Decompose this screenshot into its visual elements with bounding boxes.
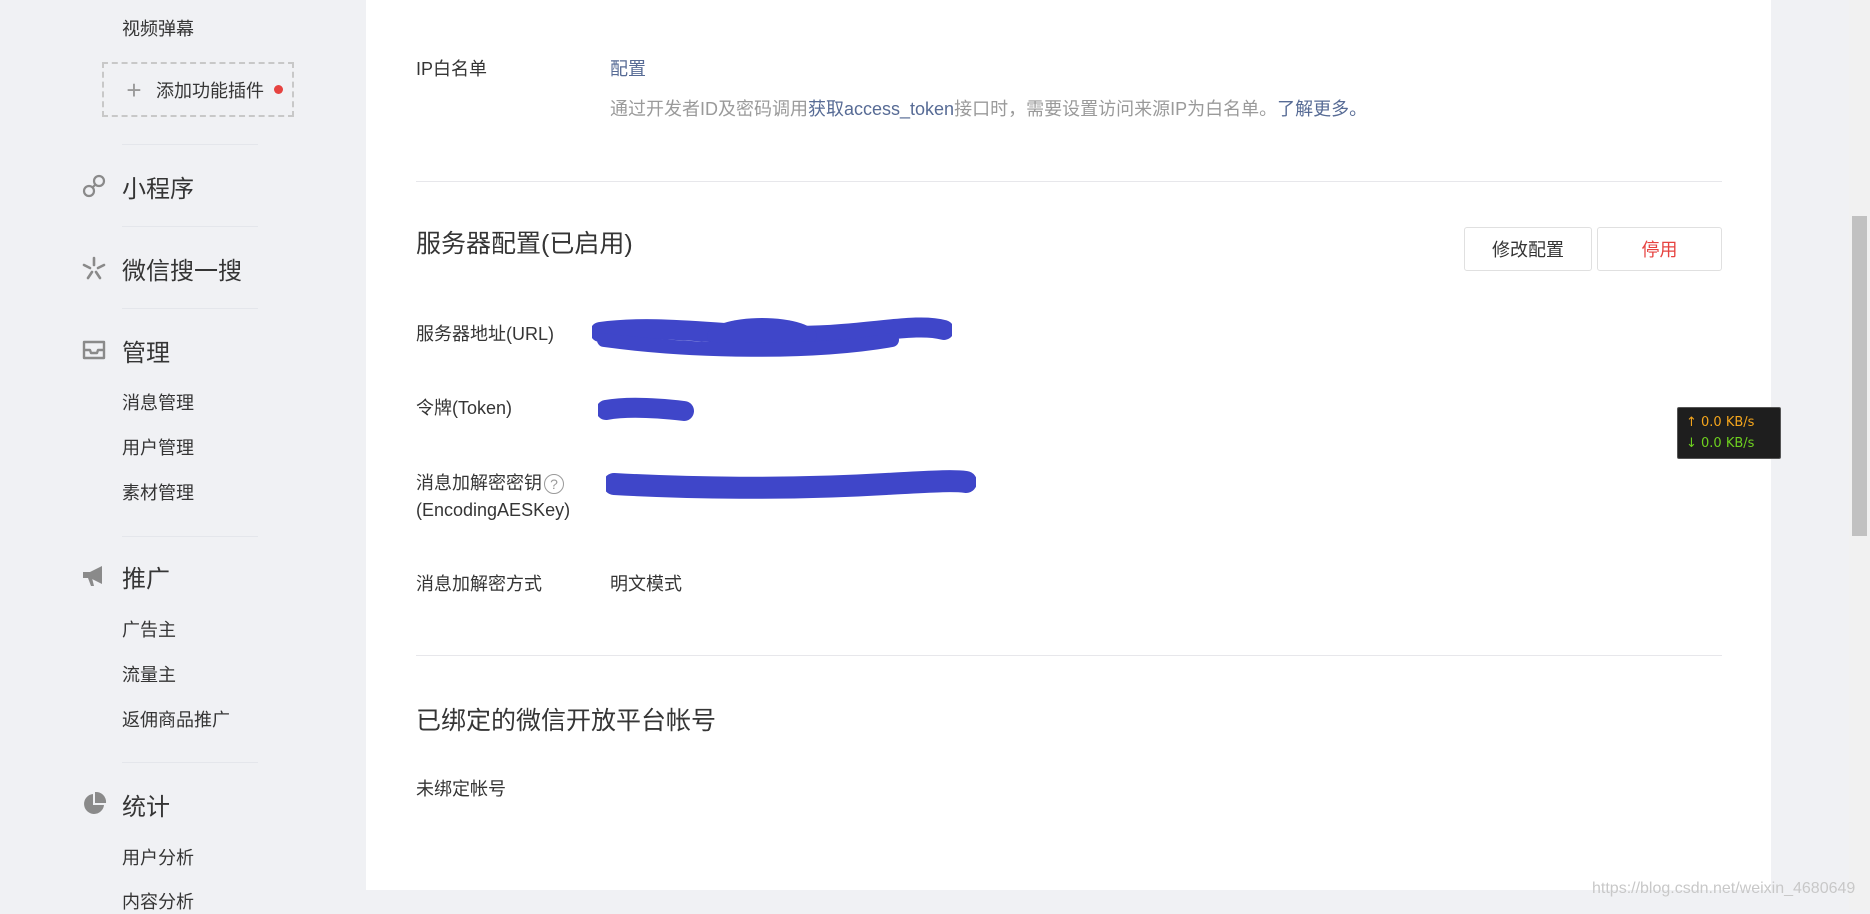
pie-chart-icon	[78, 788, 110, 820]
add-plugin-button[interactable]: + 添加功能插件	[102, 62, 294, 117]
modify-config-button[interactable]: 修改配置	[1464, 227, 1592, 271]
desc-suffix: 接口时，需要设置访问来源IP为白名单。	[954, 99, 1278, 119]
learn-more-link[interactable]: 了解更多。	[1277, 99, 1367, 119]
scrollbar-thumb[interactable]	[1852, 216, 1867, 536]
ip-whitelist-config-link[interactable]: 配置	[610, 56, 646, 82]
aes-key-redacted	[606, 470, 976, 499]
sidebar-group-label: 微信搜一搜	[122, 257, 242, 285]
search-spark-icon	[78, 252, 110, 284]
sidebar-group-wechat-search[interactable]: 微信搜一搜	[78, 252, 242, 285]
section-divider	[416, 181, 1722, 182]
sidebar-item-messages[interactable]: 消息管理	[122, 391, 194, 415]
sidebar-item-commission[interactable]: 返佣商品推广	[122, 708, 230, 732]
sidebar-item-users[interactable]: 用户管理	[122, 436, 194, 460]
sidebar-divider	[122, 144, 258, 145]
link-icon	[78, 170, 110, 202]
sidebar-group-promotion[interactable]: 推广	[78, 560, 170, 593]
access-token-link[interactable]: 获取access_token	[808, 99, 954, 119]
encryption-mode-label: 消息加解密方式	[416, 574, 542, 594]
sidebar: 视频弹幕 + 添加功能插件 小程序 微信搜一搜 管理 消息管理 用户管理 素材管…	[0, 0, 366, 912]
sidebar-item-publisher[interactable]: 流量主	[122, 663, 176, 687]
disable-button[interactable]: 停用	[1597, 227, 1722, 271]
sidebar-group-label: 小程序	[122, 175, 194, 203]
sidebar-item-content-analysis[interactable]: 内容分析	[122, 890, 194, 914]
aes-key-label-line1: 消息加解密密钥	[416, 473, 542, 493]
desc-prefix: 通过开发者ID及密码调用	[610, 99, 808, 119]
sidebar-group-label: 管理	[122, 339, 170, 367]
aes-key-label: 消息加解密密钥?	[416, 470, 564, 496]
bound-accounts-title: 已绑定的微信开放平台帐号	[416, 707, 717, 735]
sidebar-group-statistics[interactable]: 统计	[78, 788, 170, 821]
inbox-icon	[78, 334, 110, 366]
sidebar-group-label: 统计	[122, 793, 170, 821]
download-speed: ↓ 0.0 KB/s	[1686, 436, 1755, 451]
token-label: 令牌(Token)	[416, 398, 513, 418]
sidebar-divider	[122, 536, 258, 537]
sidebar-item-video-danmaku[interactable]: 视频弹幕	[122, 17, 194, 41]
encryption-mode-value: 明文模式	[610, 574, 682, 594]
plus-icon: +	[126, 74, 142, 105]
sidebar-item-user-analysis[interactable]: 用户分析	[122, 846, 194, 870]
aes-key-label-line2: (EncodingAESKey)	[416, 500, 571, 520]
ip-whitelist-description: 通过开发者ID及密码调用获取access_token接口时，需要设置访问来源IP…	[610, 96, 1367, 122]
help-icon[interactable]: ?	[544, 474, 564, 495]
server-url-label: 服务器地址(URL)	[416, 324, 554, 344]
sidebar-divider	[122, 308, 258, 309]
bound-accounts-status: 未绑定帐号	[416, 779, 506, 799]
sidebar-group-miniprogram[interactable]: 小程序	[78, 170, 194, 203]
add-plugin-label: 添加功能插件	[156, 80, 264, 101]
network-speed-widget: ↑ 0.0 KB/s ↓ 0.0 KB/s	[1677, 407, 1781, 459]
token-redacted	[598, 397, 694, 421]
section-divider	[416, 655, 1722, 656]
sidebar-divider	[122, 762, 258, 763]
main-card: IP白名单 配置 通过开发者ID及密码调用获取access_token接口时，需…	[366, 0, 1771, 890]
notification-dot	[274, 85, 283, 94]
upload-speed: ↑ 0.0 KB/s	[1686, 415, 1755, 430]
watermark: https://blog.csdn.net/weixin_4680649	[1592, 880, 1856, 897]
sidebar-item-materials[interactable]: 素材管理	[122, 481, 194, 505]
sidebar-item-advertiser[interactable]: 广告主	[122, 618, 176, 642]
ip-whitelist-label: IP白名单	[416, 59, 488, 79]
megaphone-icon	[78, 560, 110, 592]
sidebar-group-manage[interactable]: 管理	[78, 334, 170, 367]
server-config-title: 服务器配置(已启用)	[416, 230, 633, 258]
sidebar-divider	[122, 226, 258, 227]
server-url-redacted	[592, 317, 952, 357]
sidebar-group-label: 推广	[122, 565, 170, 593]
